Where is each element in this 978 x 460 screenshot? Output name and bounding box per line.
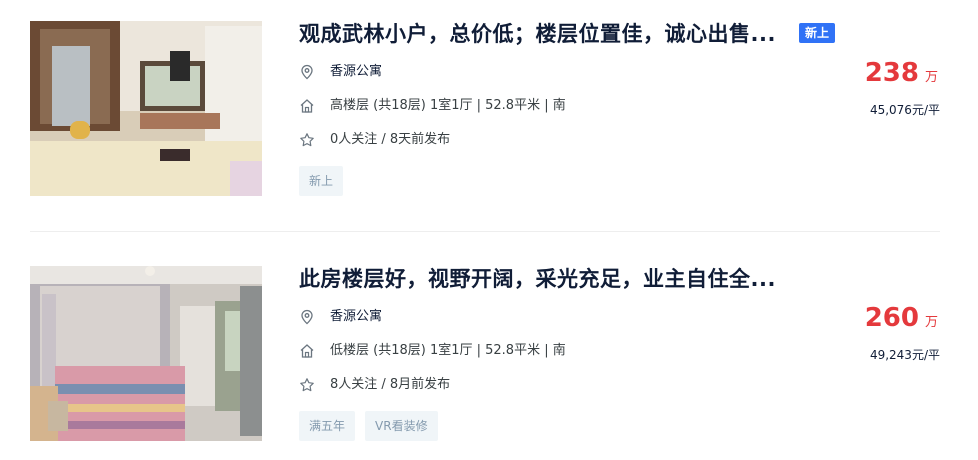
price-unit: 万 bbox=[924, 70, 938, 85]
location-pin-icon bbox=[299, 309, 315, 325]
room-photo-image bbox=[30, 21, 262, 196]
total-price: 238 万 bbox=[865, 55, 938, 91]
unit-price: 45,076元/平 bbox=[869, 103, 940, 117]
house-icon bbox=[299, 98, 315, 114]
price-value: 238 bbox=[864, 58, 919, 88]
follow-info-text: 8人关注 / 8月前发布 bbox=[330, 377, 451, 392]
price-value: 260 bbox=[864, 303, 919, 333]
community-link[interactable]: 香源公寓 bbox=[330, 307, 382, 327]
community-link[interactable]: 香源公寓 bbox=[330, 62, 382, 82]
room-photo-image bbox=[30, 266, 262, 441]
listing-tag: 新上 bbox=[299, 166, 344, 196]
location-pin-icon bbox=[299, 64, 315, 80]
listing-tag: 满五年 bbox=[299, 411, 356, 441]
tag-list: 满五年 VR看装修 bbox=[299, 411, 448, 441]
new-listing-badge: 新上 bbox=[799, 23, 836, 43]
unit-price: 49,243元/平 bbox=[869, 348, 940, 362]
listing-card[interactable]: 此房楼层好，视野开阔，采光充足，业主自住全... 香源公寓 低楼层 (共18层)… bbox=[0, 266, 978, 442]
tag-list: 新上 bbox=[299, 166, 353, 196]
listing-photo[interactable] bbox=[30, 266, 262, 441]
listing-title[interactable]: 此房楼层好，视野开阔，采光充足，业主自住全... bbox=[299, 266, 776, 292]
house-info-text: 高楼层 (共18层) 1室1厅 | 52.8平米 | 南 bbox=[330, 98, 566, 113]
house-info-text: 低楼层 (共18层) 1室1厅 | 52.8平米 | 南 bbox=[330, 343, 566, 358]
listing-photo[interactable] bbox=[30, 21, 262, 196]
star-icon bbox=[299, 377, 315, 393]
star-icon bbox=[299, 132, 315, 148]
listing-divider bbox=[30, 231, 940, 232]
follow-info-text: 0人关注 / 8天前发布 bbox=[330, 132, 451, 147]
total-price: 260 万 bbox=[865, 300, 938, 336]
listing-tag: VR看装修 bbox=[365, 411, 438, 441]
listing-card[interactable]: 观成武林小户，总价低；楼层位置佳，诚心出售... 新上 香源公寓 高楼层 (共1… bbox=[0, 21, 978, 197]
price-unit: 万 bbox=[924, 315, 938, 330]
house-icon bbox=[299, 343, 315, 359]
listing-title[interactable]: 观成武林小户，总价低；楼层位置佳，诚心出售... bbox=[299, 21, 776, 47]
